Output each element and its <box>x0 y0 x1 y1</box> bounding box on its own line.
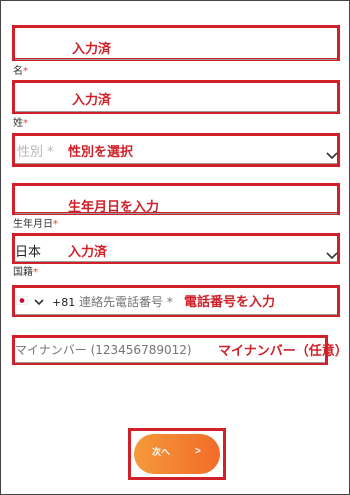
phone-input[interactable] <box>79 292 181 312</box>
birthdate-input[interactable] <box>16 186 340 214</box>
birthdate-label: 生年月日* <box>13 219 58 230</box>
chevron-down-icon <box>34 299 44 306</box>
birthdate-underline <box>15 213 337 214</box>
annotation-mynumber: マイナンバー（任意） <box>218 344 348 359</box>
next-button[interactable]: 次へ > <box>134 434 220 474</box>
annotation-phone: 電話番号を入力 <box>184 295 276 310</box>
last-name-underline <box>15 111 337 112</box>
annotation-nationality: 入力済 <box>68 245 108 260</box>
first-name-input[interactable] <box>16 30 340 58</box>
annotation-first-name: 入力済 <box>72 42 112 57</box>
chevron-down-icon <box>326 152 338 160</box>
japan-flag-icon <box>16 296 28 305</box>
gender-select[interactable] <box>15 135 337 165</box>
next-button-label: 次へ <box>152 447 171 457</box>
nationality-select[interactable] <box>15 235 337 262</box>
next-arrow-icon: > <box>195 446 201 457</box>
phone-underline <box>15 314 337 315</box>
annotation-gender: 性別を選択 <box>68 145 134 160</box>
nationality-underline <box>15 261 337 262</box>
gender-underline <box>15 163 337 164</box>
country-code: +81 <box>52 296 76 309</box>
mynumber-underline <box>15 362 325 363</box>
annotation-last-name: 入力済 <box>72 93 112 108</box>
nationality-label: 国籍* <box>13 267 38 278</box>
chevron-down-icon <box>326 252 338 260</box>
first-name-label: 名* <box>13 66 28 77</box>
last-name-input[interactable] <box>16 84 340 112</box>
nationality-value: 日本 <box>15 245 42 260</box>
mynumber-input[interactable] <box>15 340 215 360</box>
first-name-underline <box>15 59 337 60</box>
country-code-selector[interactable]: +81 <box>15 290 75 312</box>
last-name-label: 姓* <box>13 118 28 129</box>
gender-placeholder: 性別 * <box>17 145 54 160</box>
